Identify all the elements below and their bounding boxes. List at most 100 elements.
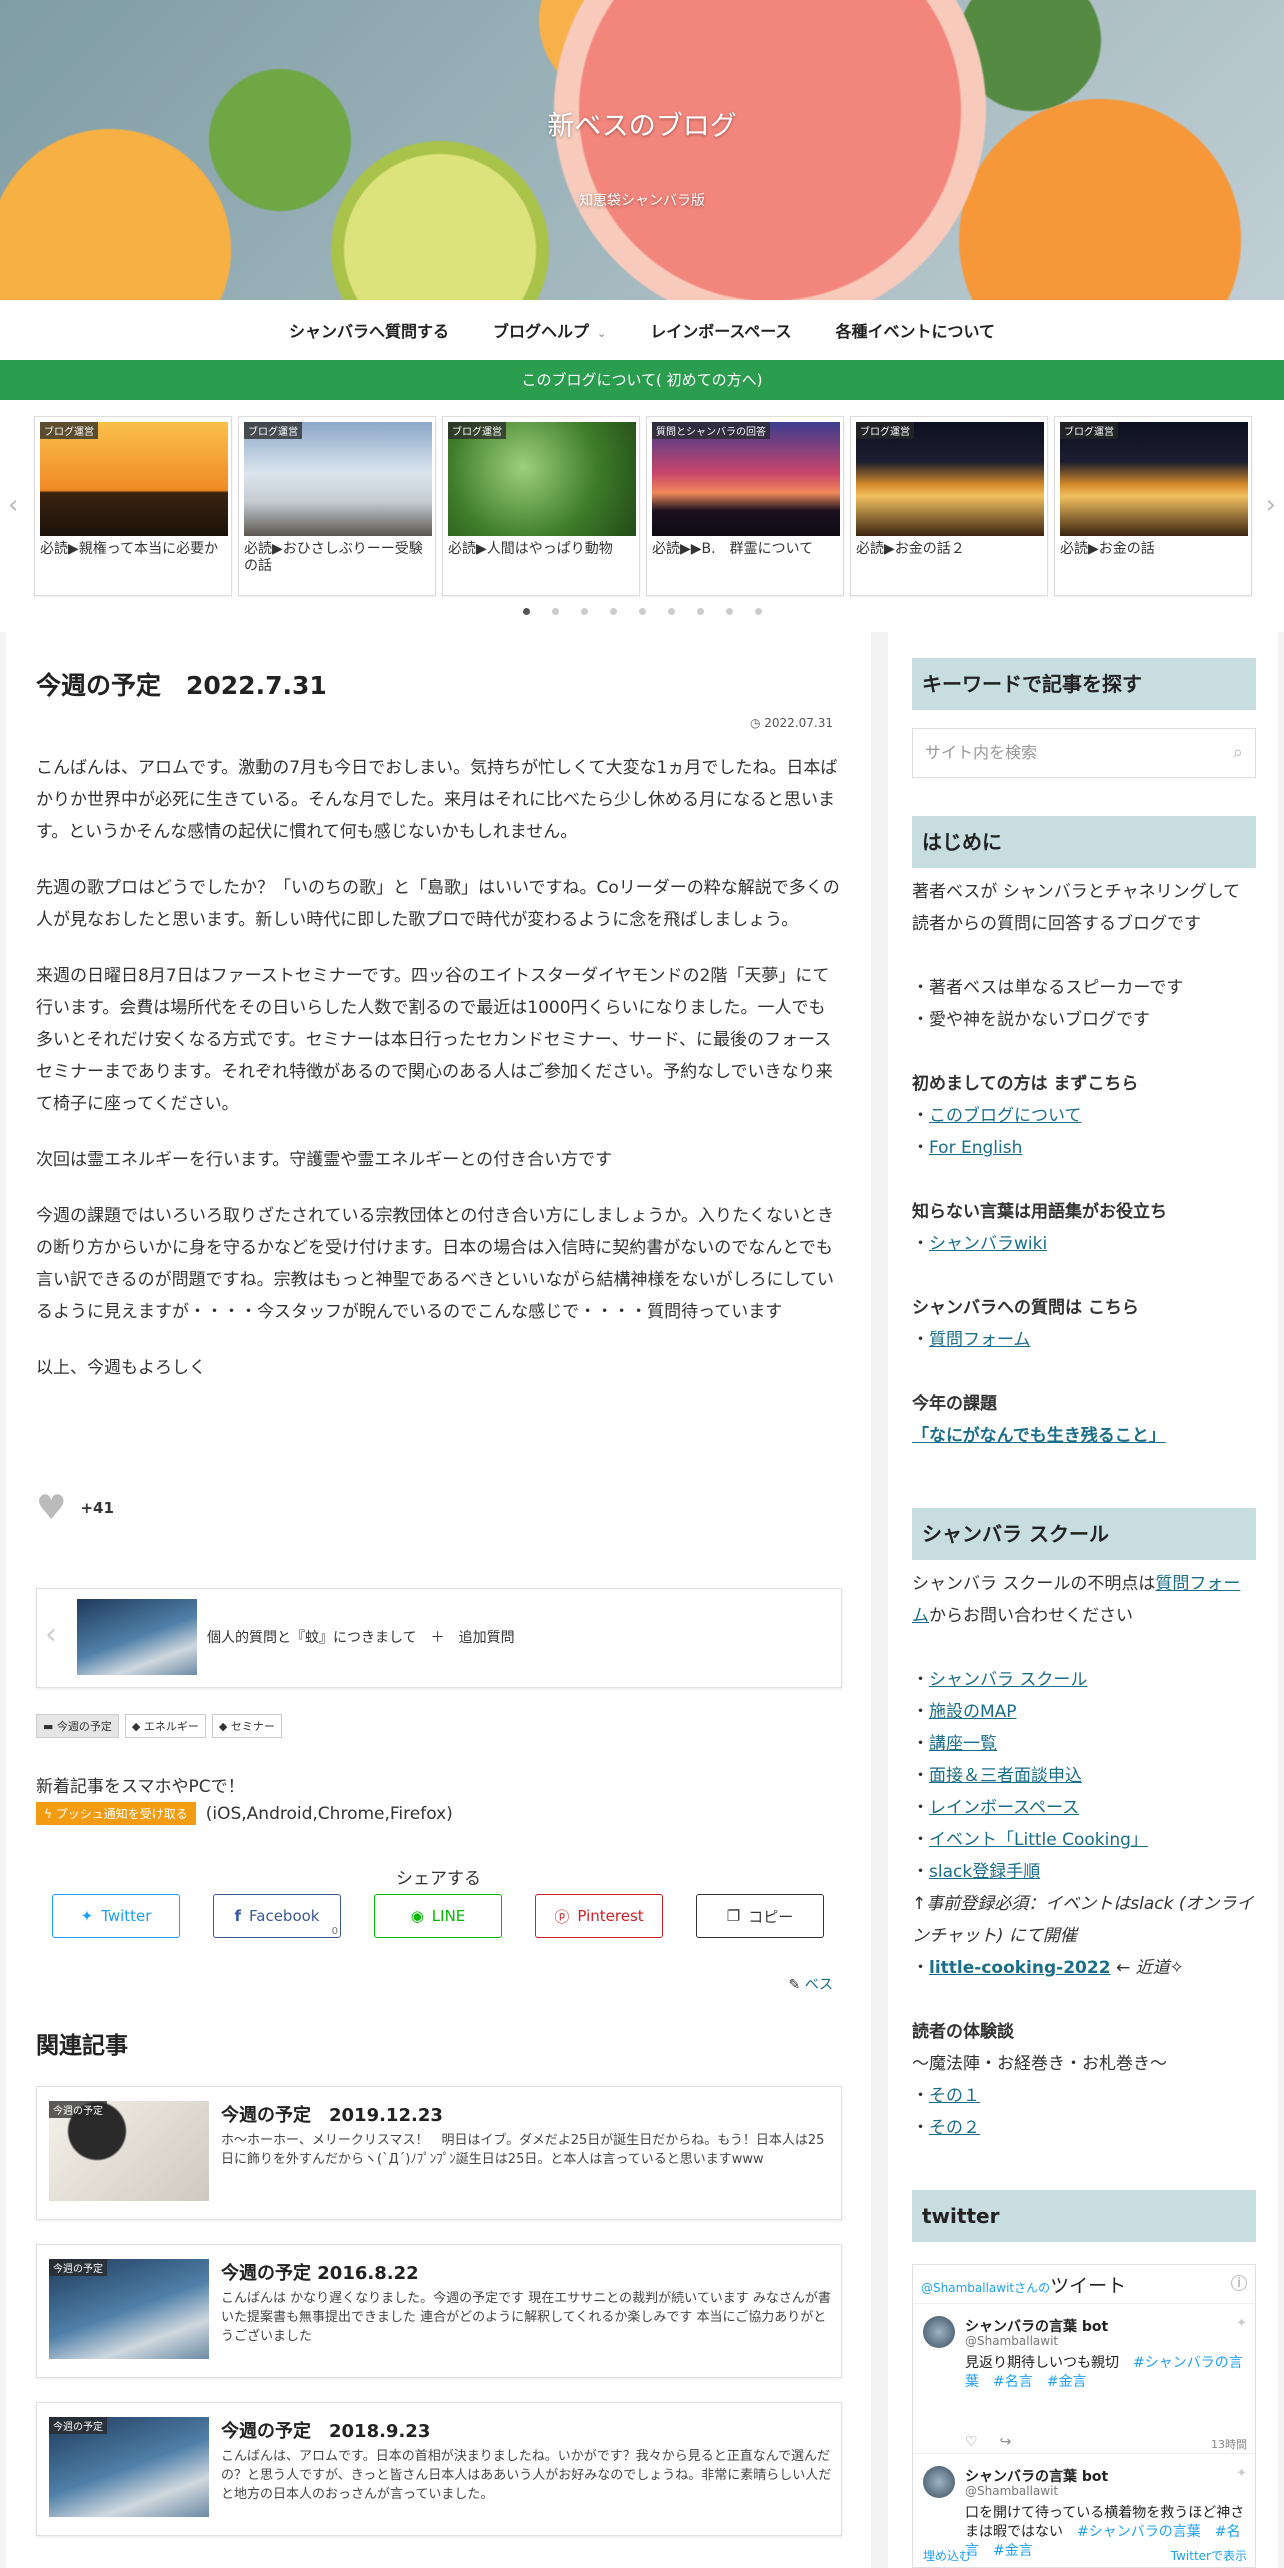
- related-card[interactable]: 今週の予定 今週の予定 2018.9.23 こんばんは、アロムです。日本の首相が…: [36, 2402, 842, 2536]
- tweet-author[interactable]: シャンバラの言葉 bot: [965, 2466, 1108, 2486]
- carousel-dot[interactable]: [551, 608, 559, 615]
- chevron-left-icon[interactable]: ‹: [8, 490, 18, 520]
- carousel-dot[interactable]: [667, 608, 675, 615]
- carousel-dot[interactable]: [696, 608, 704, 615]
- carousel-card[interactable]: ブログ運営 必読▶お金の話２: [850, 416, 1048, 596]
- share-twitter-button[interactable]: ✦ Twitter: [52, 1894, 180, 1938]
- first-link-row: ・For English: [912, 1138, 1023, 1158]
- carousel-card[interactable]: ブログ運営 必読▶親権って本当に必要か: [34, 416, 232, 596]
- carousel-dot[interactable]: [638, 608, 646, 615]
- share-facebook-button[interactable]: f Facebook 0: [213, 1894, 341, 1938]
- carousel-dot[interactable]: [522, 608, 530, 615]
- carousel-dot[interactable]: [754, 608, 762, 615]
- search-icon[interactable]: ⌕: [1233, 729, 1243, 777]
- tweet-author[interactable]: シャンバラの言葉 bot: [965, 2316, 1108, 2336]
- tag-icon: ◆: [218, 1720, 231, 1733]
- school-link-row: ・イベント「Little Cooking」: [912, 1830, 1148, 1850]
- rainbow-link[interactable]: レインボースペース: [929, 1798, 1079, 1818]
- intro-heading: はじめに: [912, 816, 1256, 868]
- carousel-dot[interactable]: [609, 608, 617, 615]
- card-title: 必読▶お金の話２: [856, 541, 965, 557]
- english-link[interactable]: For English: [929, 1138, 1022, 1158]
- embed-link[interactable]: 埋め込む: [923, 2547, 971, 2567]
- notice-bar[interactable]: このブログについて( 初めての方へ): [0, 360, 1284, 400]
- twitter-bird-icon[interactable]: ✦: [1236, 2316, 1247, 2331]
- twitter-account-link[interactable]: @Shamballawitさんの: [921, 2281, 1050, 2295]
- site-title[interactable]: 新ベスのブログ: [0, 104, 1284, 143]
- related-card[interactable]: 今週の予定 今週の予定 2019.12.23 ホ〜ホーホー、メリークリスマス！ …: [36, 2086, 842, 2220]
- nav-item-events[interactable]: 各種イベントについて: [836, 318, 996, 342]
- share-copy-button[interactable]: ❐ コピー: [696, 1894, 824, 1938]
- experience-row: ・その１: [912, 2086, 980, 2106]
- carousel-card[interactable]: ブログ運営 必読▶おひさしぶりーー受験の話: [238, 416, 436, 596]
- avatar[interactable]: [923, 2466, 955, 2498]
- question-label: シャンバラへの質問は こちら: [912, 1298, 1139, 1318]
- share-pinterest-button[interactable]: ⓟ Pinterest: [535, 1894, 663, 1938]
- interview-link[interactable]: 面接＆三者面談申込: [929, 1766, 1082, 1786]
- cooking-2022-link[interactable]: little-cooking-2022: [929, 1958, 1111, 1978]
- info-icon[interactable]: i: [1231, 2275, 1247, 2291]
- avatar[interactable]: [923, 2316, 955, 2348]
- sidebar: キーワードで記事を探す サイト内を検索 ⌕ はじめに 著者ベスが シャンバラとチ…: [888, 632, 1278, 2568]
- post-paragraph: 来週の日曜日8月7日はファーストセミナーです。四ッ谷のエイトスターダイヤモンドの…: [36, 966, 833, 1114]
- card-category: ブログ運営: [244, 422, 302, 439]
- heart-icon[interactable]: ♡: [965, 2434, 978, 2450]
- courses-link[interactable]: 講座一覧: [929, 1734, 997, 1754]
- theme-link[interactable]: 「なにがなんでも生き残ること」: [912, 1426, 1166, 1446]
- card-title: 必読▶親権って本当に必要か: [40, 541, 219, 557]
- nav-item-rainbow[interactable]: レインボースペース: [650, 318, 791, 342]
- push-subscribe-button[interactable]: ϟ プッシュ通知を受け取る: [36, 1802, 196, 1825]
- question-form-link[interactable]: 質問フォーム: [929, 1330, 1031, 1350]
- slack-note: ↑事前登録必須：イベントはslack (オンラインチャット) にて開催: [912, 1894, 1254, 1946]
- about-blog-link[interactable]: このブログについて: [929, 1106, 1082, 1126]
- view-on-twitter-link[interactable]: Twitterで表示: [1171, 2547, 1247, 2567]
- category-tag[interactable]: ▬ 今週の予定: [36, 1714, 119, 1738]
- share-line-button[interactable]: ◉ LINE: [374, 1894, 502, 1938]
- cooking-event-link[interactable]: イベント「Little Cooking」: [929, 1830, 1148, 1850]
- card-title: 必読▶お金の話: [1060, 541, 1155, 557]
- nav-item-help[interactable]: ブログヘルプ ⌄: [493, 318, 606, 342]
- card-thumbnail: [244, 422, 432, 536]
- tweet[interactable]: シャンバラの言葉 bot @Shamballawit ✦ 口を開けて待っている横…: [913, 2453, 1255, 2559]
- push-heading: 新着記事をスマホやPCで！: [36, 1777, 245, 1797]
- school-link[interactable]: シャンバラ スクール: [929, 1670, 1087, 1690]
- question-row: ・質問フォーム: [912, 1330, 1031, 1350]
- tweet-handle[interactable]: @Shamballawit: [965, 2334, 1058, 2348]
- card-thumbnail: [856, 422, 1044, 536]
- prev-post-link[interactable]: ‹ 個人的質問と『蚊』につきまして ＋ 追加質問: [36, 1588, 842, 1688]
- clock-icon: ◷: [749, 716, 765, 730]
- tweet-time[interactable]: 13時間: [1211, 2436, 1247, 2452]
- heart-icon[interactable]: ♥: [36, 1488, 66, 1528]
- experience-link[interactable]: その１: [929, 2086, 980, 2106]
- tag-icon: ◆: [131, 1720, 144, 1733]
- line-icon: ◉: [410, 1907, 424, 1925]
- nav-item-ask[interactable]: シャンバラへ質問する: [289, 318, 449, 342]
- share-count: 0: [331, 1926, 338, 1937]
- card-title: 必読▶▶B. 群霊について: [652, 541, 814, 557]
- carousel-dot[interactable]: [580, 608, 588, 615]
- tweet[interactable]: シャンバラの言葉 bot @Shamballawit ✦ 見返り期待しいつも親切…: [913, 2303, 1255, 2453]
- card-thumbnail: [652, 422, 840, 536]
- author-name[interactable]: ベス: [805, 1977, 833, 1993]
- carousel-card[interactable]: ブログ運営 必読▶人間はやっぱり動物: [442, 416, 640, 596]
- search-input[interactable]: サイト内を検索 ⌕: [912, 728, 1256, 778]
- chevron-right-icon[interactable]: ›: [1266, 490, 1276, 520]
- slack-link[interactable]: slack登録手順: [929, 1862, 1040, 1882]
- author-link[interactable]: ✎ ベス: [789, 1974, 833, 1994]
- twitter-bird-icon[interactable]: ✦: [1236, 2466, 1247, 2481]
- tag-link[interactable]: ◆ セミナー: [211, 1714, 282, 1738]
- related-card[interactable]: 今週の予定 今週の予定 2016.8.22 こんばんは かなり遅くなりました。今…: [36, 2244, 842, 2378]
- tweet-handle[interactable]: @Shamballawit: [965, 2484, 1058, 2498]
- map-link[interactable]: 施設のMAP: [929, 1702, 1017, 1722]
- search-heading: キーワードで記事を探す: [912, 658, 1256, 710]
- cooking-note: ← 近道✧: [1115, 1958, 1184, 1978]
- search-placeholder: サイト内を検索: [925, 743, 1038, 762]
- share-icon[interactable]: ↪: [1000, 2434, 1012, 2450]
- carousel-card[interactable]: ブログ運営 必読▶お金の話: [1054, 416, 1252, 596]
- wiki-link[interactable]: シャンバラwiki: [929, 1234, 1047, 1254]
- experience-link[interactable]: その２: [929, 2118, 980, 2138]
- first-time-label: 初めましての方は まずこちら: [912, 1074, 1139, 1094]
- carousel-card[interactable]: 質問とシャンバラの回答 必読▶▶B. 群霊について: [646, 416, 844, 596]
- carousel-dot[interactable]: [725, 608, 733, 615]
- tag-link[interactable]: ◆ エネルギー: [124, 1714, 206, 1738]
